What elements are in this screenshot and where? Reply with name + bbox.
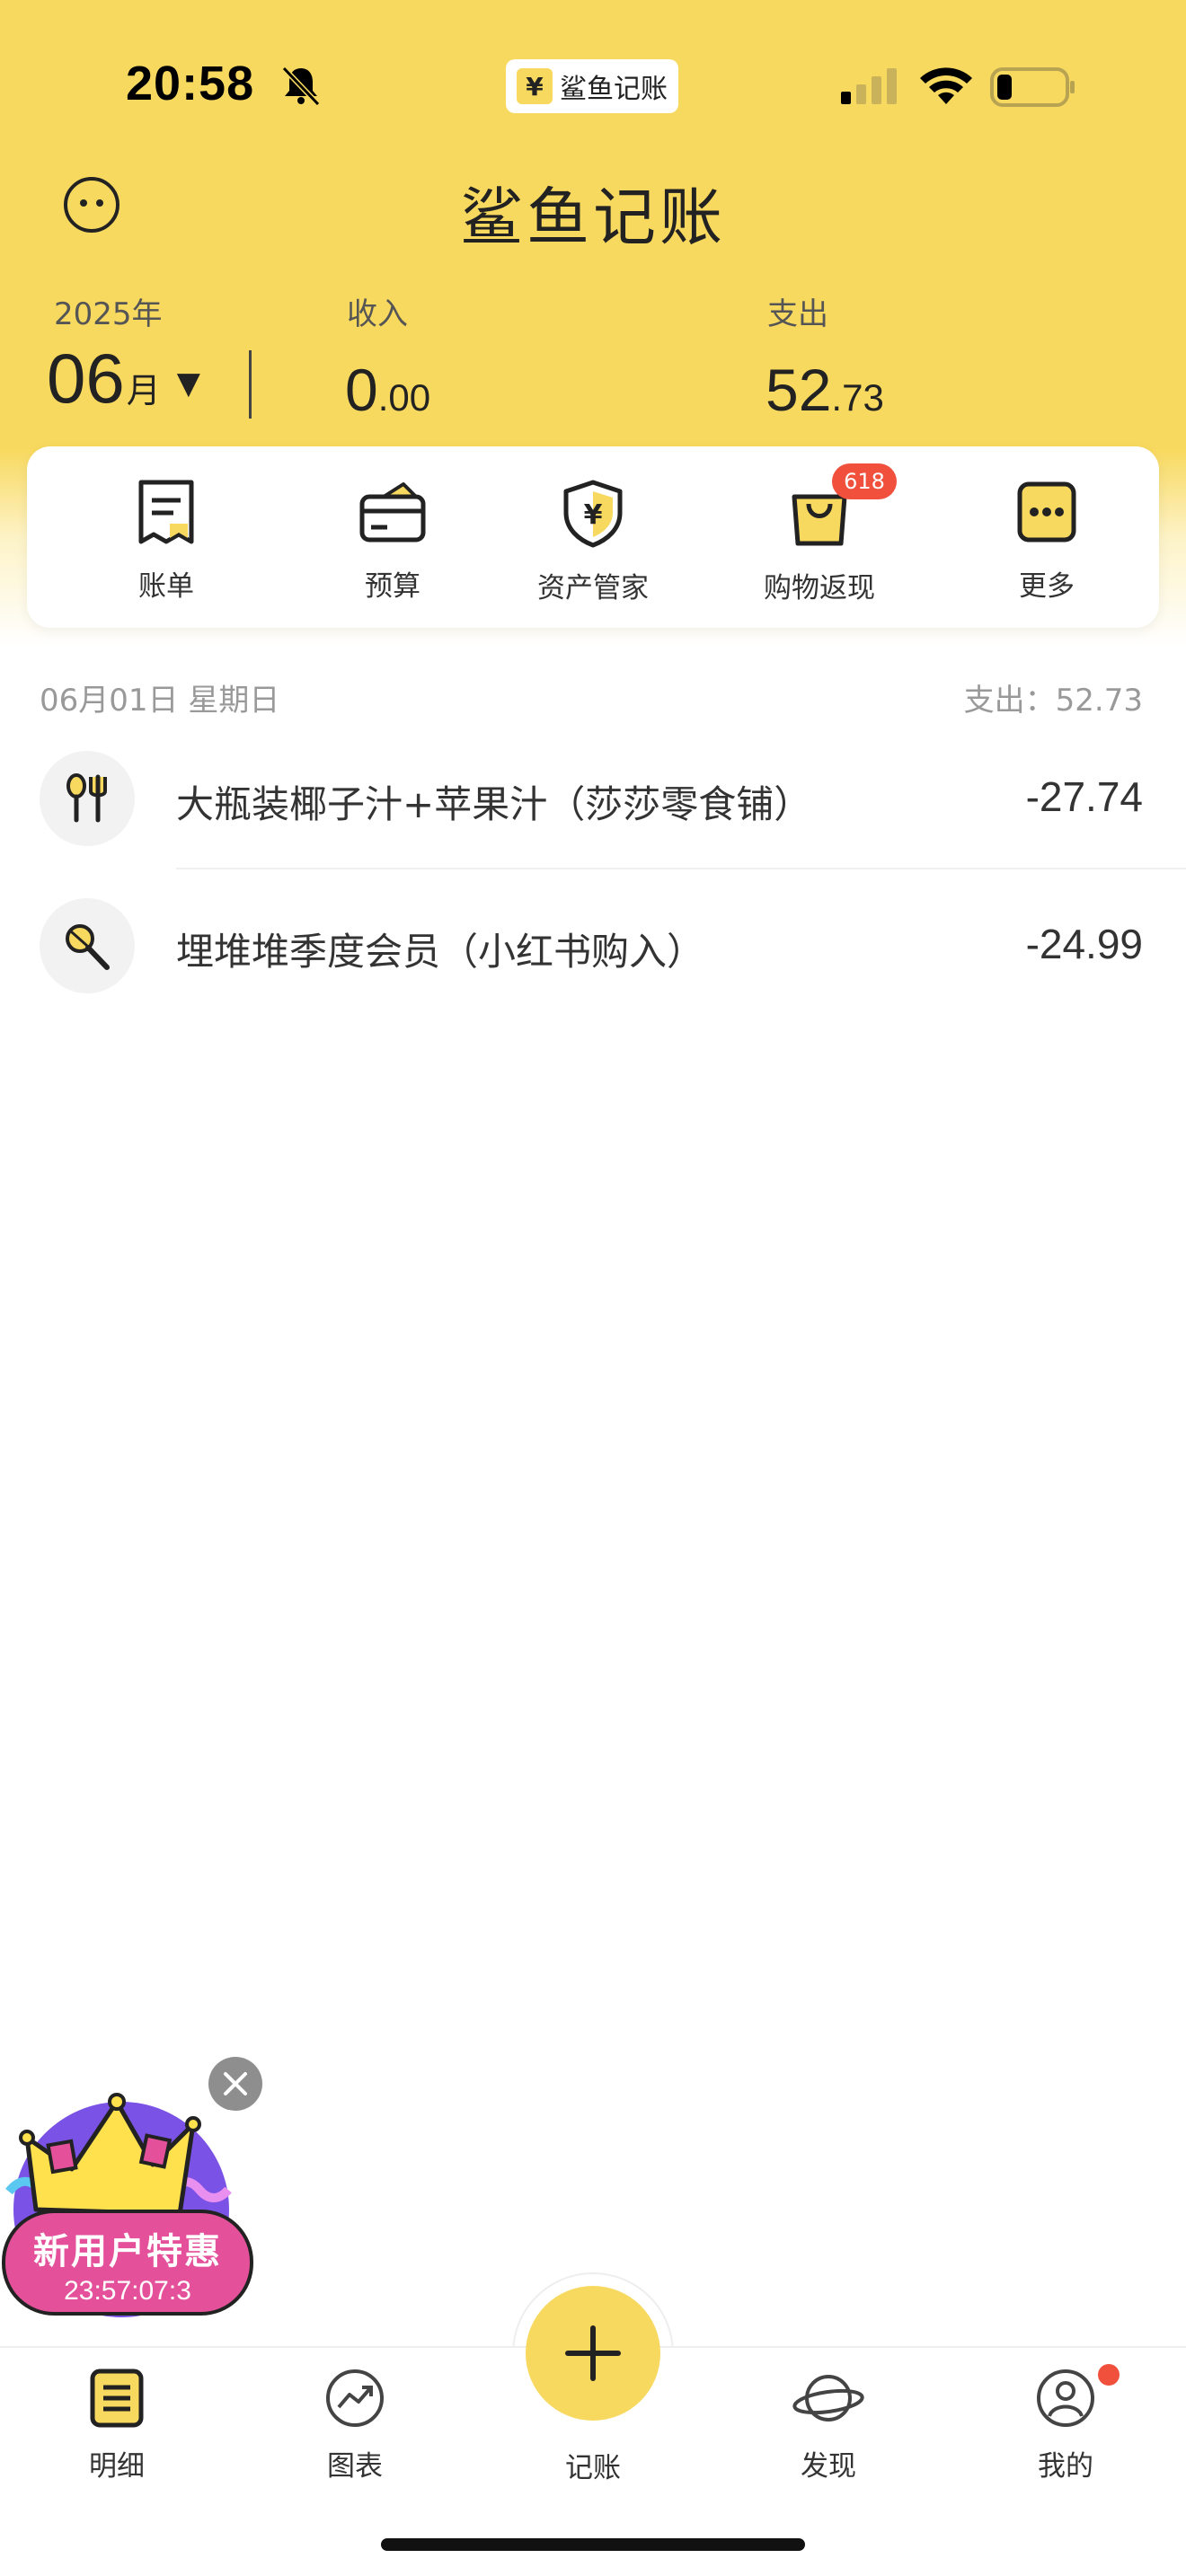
entertainment-mic-icon [66,924,110,970]
planet-icon [792,2375,864,2422]
transaction-row[interactable]: 大瓶装椰子汁+苹果汁（莎莎零食铺） -27.74 [0,724,1186,868]
shortcut-shopping-label: 购物返现 [764,572,875,604]
nav-item-chart[interactable]: 图表 [274,2368,436,2483]
status-time: 20:58 [126,57,255,110]
promo-countdown: 23:57:07:3 [64,2276,191,2306]
app-indicator-pill: ¥ 鲨鱼记账 [506,59,678,113]
transaction-row[interactable]: 埋堆堆季度会员（小红书购入） -24.99 [0,871,1186,1015]
expense-value: 52.73 [766,356,884,424]
detail-list-icon [90,2369,144,2428]
asset-shield-icon: ¥ [563,480,623,548]
promo-close-button[interactable] [208,2057,262,2111]
promo-title: 新用户特惠 [33,2231,222,2272]
shortcut-assets-label: 资产管家 [537,572,649,604]
income-integer: 0 [345,357,378,423]
dining-icon [66,773,107,823]
plus-icon [565,2325,621,2381]
yen-icon: ¥ [517,68,553,104]
app-indicator-text: 鲨鱼记账 [560,74,668,105]
transaction-amount: -27.74 [1025,773,1143,820]
cellular-signal-icon [841,68,897,104]
svg-text:¥: ¥ [584,499,603,531]
income-label: 收入 [347,296,408,332]
budget-wallet-icon [359,482,426,543]
bell-muted-icon [281,66,321,107]
close-icon [224,2072,247,2095]
shortcut-card: 账单 预算 ¥ 资产管家 购物返现 更多 [27,446,1159,628]
nav-chart-label: 图表 [327,2450,383,2483]
category-icon-wrap [40,898,135,993]
day-total: 支出：52.73 [963,683,1143,719]
row-separator [176,868,1186,869]
income-decimal: .00 [377,376,431,419]
nav-item-discover[interactable]: 发现 [748,2368,909,2483]
header-divider [249,350,252,419]
shopping-618-badge: 618 [832,463,897,499]
expense-integer: 52 [766,357,832,423]
shortcut-budget-label: 预算 [365,570,420,603]
wifi-icon [920,67,972,104]
app-title: 鲨鱼记账 [460,181,726,254]
day-date: 06月01日 星期日 [40,683,280,719]
month-number: 06 [47,339,125,418]
nav-item-detail[interactable]: 明细 [36,2368,198,2483]
chart-icon [326,2369,384,2427]
month-unit: 月 [126,371,161,410]
expense-decimal: .73 [831,376,884,419]
add-record-button[interactable] [526,2286,660,2421]
notification-dot [1098,2364,1120,2386]
battery-icon [990,67,1075,107]
expense-label: 支出 [767,296,828,332]
home-indicator[interactable] [381,2538,805,2551]
shortcut-more[interactable]: 更多 [957,479,1137,604]
shortcut-assets[interactable]: ¥ 资产管家 [503,479,683,605]
shortcut-more-label: 更多 [1019,570,1075,603]
nav-discover-label: 发现 [801,2450,856,2483]
dropdown-caret-icon: ▼ [176,366,200,401]
profile-icon [1037,2369,1094,2427]
shortcut-budget[interactable]: 预算 [303,479,482,604]
transaction-description: 埋堆堆季度会员（小红书购入） [176,930,705,974]
shortcut-bill[interactable]: 账单 [76,479,256,604]
nav-detail-label: 明细 [89,2450,145,2483]
nav-add-label[interactable]: 记账 [512,2445,674,2485]
category-icon-wrap [40,751,135,846]
nav-item-profile[interactable]: 我的 [985,2368,1146,2483]
month-selector[interactable]: 06 月 ▼ [47,338,200,419]
transaction-amount: -24.99 [1025,921,1143,967]
shortcut-bill-label: 账单 [138,570,194,603]
bill-icon [138,480,194,544]
year-label: 2025年 [54,296,163,332]
nav-profile-label: 我的 [1038,2450,1093,2483]
more-icon [1017,481,1076,543]
transaction-description: 大瓶装椰子汁+苹果汁（莎莎零食铺） [176,782,812,826]
promo-pill[interactable]: 新用户特惠 23:57:07:3 [2,2210,253,2316]
income-value: 0.00 [345,356,430,424]
